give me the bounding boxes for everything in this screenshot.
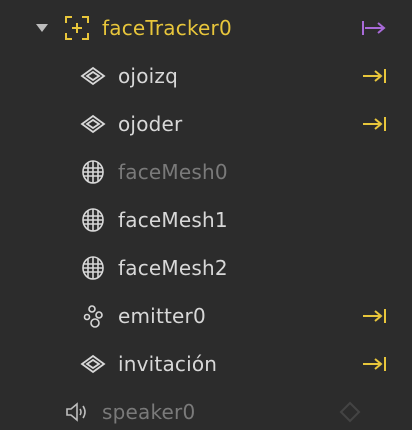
tree-row-label: speaker0	[102, 400, 196, 424]
face-mesh-icon	[80, 159, 106, 185]
face-mesh-icon	[80, 207, 106, 233]
tree-row-facemesh2[interactable]: faceMesh2	[0, 244, 412, 292]
tree-row-label: ojoizq	[118, 64, 178, 88]
tree-row-label: emitter0	[118, 304, 206, 328]
plane-icon	[80, 63, 106, 89]
tree-row-facemesh1[interactable]: faceMesh1	[0, 196, 412, 244]
tree-row-ojoizq[interactable]: ojoizq	[0, 52, 412, 100]
emitter-icon	[80, 303, 106, 329]
face-tracker-icon	[64, 15, 90, 41]
arrow-to-bar-icon[interactable]	[360, 65, 388, 87]
tree-row-facetracker0[interactable]: faceTracker0	[0, 4, 412, 52]
plane-icon	[80, 111, 106, 137]
tree-row-label: faceMesh2	[118, 256, 228, 280]
tree-row-label: invitación	[118, 352, 218, 376]
caret-down-icon[interactable]	[34, 20, 50, 36]
arrow-to-bar-icon[interactable]	[360, 113, 388, 135]
speaker-icon	[64, 399, 90, 425]
tree-row-ojoder[interactable]: ojoder	[0, 100, 412, 148]
bind-to-patch-arrow-icon[interactable]	[360, 17, 388, 39]
tree-row-facemesh0[interactable]: faceMesh0	[0, 148, 412, 196]
tree-row-emitter0[interactable]: emitter0	[0, 292, 412, 340]
arrow-to-bar-icon[interactable]	[360, 353, 388, 375]
tree-row-speaker0[interactable]: speaker0	[0, 388, 412, 430]
face-mesh-icon	[80, 255, 106, 281]
tree-row-label: ojoder	[118, 112, 183, 136]
tree-row-label: faceTracker0	[102, 16, 232, 40]
diamond-icon[interactable]	[336, 401, 364, 423]
tree-row-label: faceMesh0	[118, 160, 228, 184]
tree-row-label: faceMesh1	[118, 208, 228, 232]
tree-row-invitacion[interactable]: invitación	[0, 340, 412, 388]
arrow-to-bar-icon[interactable]	[360, 305, 388, 327]
plane-icon	[80, 351, 106, 377]
scene-panel: faceTracker0 ojoizq ojoder faceMesh0 fac…	[0, 0, 412, 430]
